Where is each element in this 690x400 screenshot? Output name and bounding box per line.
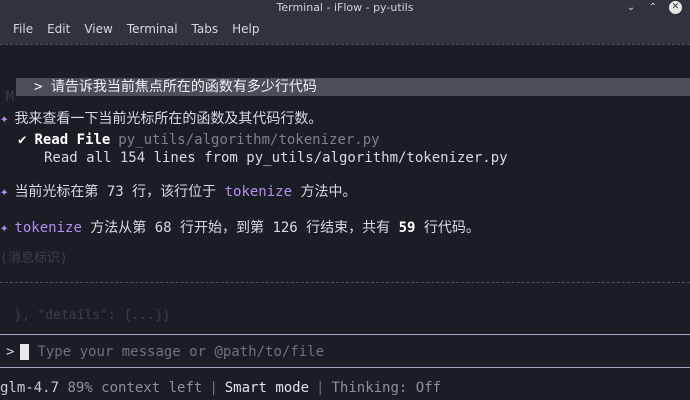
menu-terminal[interactable]: Terminal [120,22,185,36]
ghost-aux-text: (消息标识) [0,251,68,266]
answer-line-2: ✦ tokenize 方法从第 68 行开始，到第 126 行结束，共有 59 行… [0,219,480,237]
tool-name: Read File [34,132,111,148]
window-title: Terminal - iFlow - py-utils [276,0,414,14]
input-border-top [0,334,690,335]
mode-indicator: Smart mode [224,380,310,396]
status-bar: glm-4.7 89% context left | Smart mode | Thin… [0,379,441,397]
assistant-intro-line: ✦ 我来查看一下当前光标所在的函数及其代码行数。 [0,110,322,128]
ghost-details-text: }, "details": {...}} [14,308,171,323]
menu-edit[interactable]: Edit [40,22,77,36]
tool-argument: py_utils/algorithm/tokenizer.py [118,132,380,148]
check-icon: ✔ [18,132,27,148]
line-count: 59 [398,220,416,236]
tool-call-line: ✔ Read File py_utils/algorithm/tokenizer.p… [18,131,380,149]
maximize-icon[interactable]: ⌃ [647,1,659,13]
answer1-text-pre: 当前光标在第 73 行，该行位于 [14,184,225,200]
input-row[interactable]: > [6,344,638,360]
close-icon[interactable]: ✕ [669,0,682,14]
thinking-indicator: Thinking: Off [331,380,442,396]
tool-result: Read all 154 lines from py_utils/algorit… [44,150,508,166]
context-remaining: 89% context left [67,380,203,396]
user-message: > 请告诉我当前焦点所在的函数有多少行代码 [34,79,317,95]
assistant-intro-text: 我来查看一下当前光标所在的函数及其代码行数。 [14,111,323,127]
status-separator: | [316,380,325,396]
window-titlebar: Terminal - iFlow - py-utils ⌄ ⌃ ✕ [0,0,690,14]
answer2-text-pre: 方法从第 68 行开始，到第 126 行结束，共有 [81,220,399,236]
ghost-text-left: M [6,90,14,105]
message-input[interactable] [37,344,638,360]
top-divider [0,44,690,45]
prompt-symbol: > [6,344,15,360]
menu-bar: File Edit View Terminal Tabs Help [0,14,690,44]
menu-tabs[interactable]: Tabs [185,22,226,36]
input-border-bottom [0,367,690,368]
function-name-highlight: tokenize [14,220,82,236]
minimize-icon[interactable]: ⌄ [625,1,637,13]
middle-divider [0,282,690,283]
sparkle-icon: ✦ [0,111,9,127]
text-cursor [20,344,30,360]
window-controls: ⌄ ⌃ ✕ [625,0,682,14]
status-separator: | [209,380,218,396]
sparkle-icon: ✦ [0,220,9,236]
sparkle-icon: ✦ [0,184,9,200]
answer2-text-post: 行代码。 [415,220,480,236]
menu-view[interactable]: View [77,22,119,36]
answer-line-1: ✦ 当前光标在第 73 行，该行位于 tokenize 方法中。 [0,183,356,201]
model-name: glm-4.7 [0,380,60,396]
menu-help[interactable]: Help [225,22,266,36]
answer1-text-post: 方法中。 [292,184,357,200]
function-name-highlight: tokenize [224,184,293,200]
terminal-area[interactable]: M > 请告诉我当前焦点所在的函数有多少行代码 ✦ 我来查看一下当前光标所在的函数… [0,44,690,400]
menu-file[interactable]: File [6,22,40,36]
